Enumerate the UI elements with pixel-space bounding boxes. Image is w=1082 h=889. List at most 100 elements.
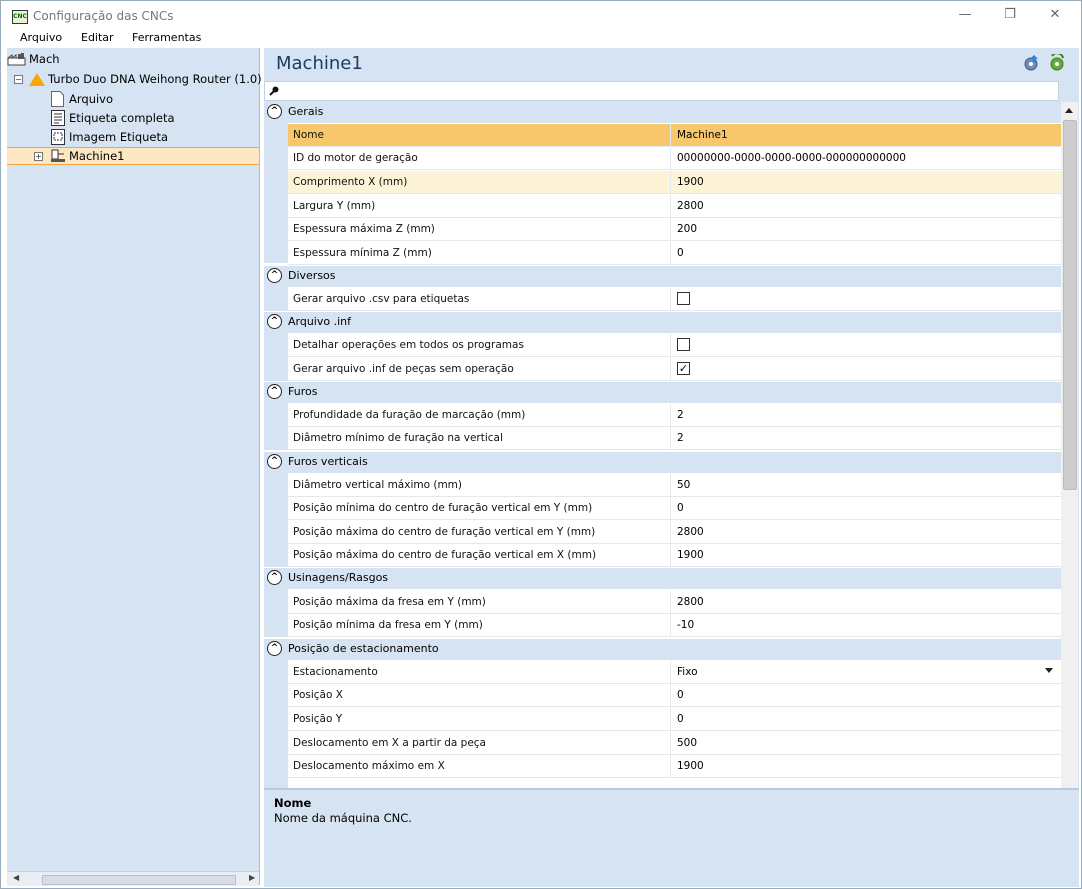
property-name: Deslocamento máximo em X [293, 760, 445, 772]
collapse-category-icon[interactable]: ^ [267, 570, 282, 585]
maximize-button[interactable]: ❐ [990, 5, 1030, 25]
category-usinagens-rasgos[interactable]: ^ Usinagens/Rasgos [264, 568, 1061, 589]
column-separator [670, 732, 671, 755]
property-row[interactable]: Profundidade da furação de marcação (mm)… [288, 404, 1061, 427]
column-separator [670, 334, 671, 357]
scroll-left-icon[interactable]: ◀ [13, 873, 19, 882]
collapse-category-icon[interactable]: ^ [267, 104, 282, 119]
column-separator [670, 404, 671, 427]
settings-refresh-icon[interactable] [1048, 54, 1066, 72]
property-row[interactable]: Gerar arquivo .inf de peças sem operação… [288, 358, 1061, 381]
scroll-thumb[interactable] [42, 875, 236, 885]
property-row[interactable]: Posição mínima do centro de furação vert… [288, 497, 1061, 520]
scroll-up-icon[interactable] [1065, 108, 1073, 113]
checkbox[interactable] [677, 338, 690, 351]
collapse-category-icon[interactable]: ^ [267, 384, 282, 399]
minimize-button[interactable]: — [945, 5, 985, 25]
property-value[interactable]: 0 [677, 689, 684, 701]
property-search[interactable] [264, 81, 1059, 101]
collapse-category-icon[interactable]: ^ [267, 454, 282, 469]
property-value[interactable]: 50 [677, 479, 690, 491]
collapse-icon[interactable]: − [14, 75, 23, 84]
property-value[interactable]: -10 [677, 619, 694, 631]
checkbox-checked[interactable]: ✓ [677, 362, 690, 375]
property-row[interactable]: Nome Machine1 [288, 124, 1061, 147]
property-value[interactable]: 200 [677, 223, 697, 235]
collapse-category-icon[interactable]: ^ [267, 268, 282, 283]
property-row[interactable]: Espessura mínima Z (mm) 0 [288, 242, 1061, 265]
settings-upload-icon[interactable] [1022, 54, 1040, 72]
row-gutter [264, 589, 288, 637]
property-value[interactable]: 500 [677, 737, 697, 749]
tree-item-label: Etiqueta completa [69, 111, 175, 125]
property-row[interactable]: Espessura máxima Z (mm) 200 [288, 218, 1061, 241]
property-value[interactable]: 0 [677, 502, 684, 514]
property-row[interactable]: Posição Y 0 [288, 708, 1061, 731]
property-value[interactable]: 0 [677, 713, 684, 725]
property-row[interactable]: Largura Y (mm) 2800 [288, 195, 1061, 218]
scroll-right-icon[interactable]: ▶ [249, 873, 255, 882]
property-vertical-scrollbar[interactable] [1061, 102, 1078, 834]
category-diversos[interactable]: ^ Diversos [264, 266, 1061, 287]
property-value[interactable]: 2800 [677, 200, 704, 212]
property-panel: Machine1 ^ Gerais Nome Machine1 ID do mo… [264, 48, 1079, 887]
property-row[interactable]: Deslocamento máximo em X 1900 [288, 755, 1061, 778]
property-row[interactable]: Posição máxima do centro de furação vert… [288, 544, 1061, 567]
row-gutter [264, 123, 288, 263]
property-row[interactable]: Posição máxima do centro de furação vert… [288, 521, 1061, 544]
menu-ferramentas[interactable]: Ferramentas [132, 31, 201, 44]
property-row[interactable]: Posição mínima da fresa em Y (mm) -10 [288, 614, 1061, 637]
property-value[interactable]: 1900 [677, 549, 704, 561]
property-value[interactable]: 2800 [677, 596, 704, 608]
app-icon: CNC [12, 10, 28, 24]
property-value[interactable]: 2 [677, 432, 684, 444]
property-row[interactable]: Gerar arquivo .csv para etiquetas [288, 288, 1061, 311]
property-row[interactable]: Diâmetro mínimo de furação na vertical 2 [288, 427, 1061, 450]
category-gerais[interactable]: ^ Gerais [264, 102, 1061, 123]
property-row[interactable]: Estacionamento Fixo [288, 661, 1061, 684]
column-separator [670, 147, 671, 170]
property-row[interactable]: Posição máxima da fresa em Y (mm) 2800 [288, 591, 1061, 614]
property-row[interactable]: Posição X 0 [288, 684, 1061, 707]
category-label: Diversos [288, 269, 336, 282]
menu-arquivo[interactable]: Arquivo [20, 31, 62, 44]
row-gutter [264, 287, 288, 311]
property-row[interactable]: Comprimento X (mm) 1900 [288, 171, 1061, 194]
tree-machine-type[interactable]: − Turbo Duo DNA Weihong Router (1.0) [7, 70, 262, 88]
property-row[interactable]: Detalhar operações em todos os programas [288, 334, 1061, 357]
category-arquivo-inf[interactable]: ^ Arquivo .inf [264, 312, 1061, 333]
category-furos-verticais[interactable]: ^ Furos verticais [264, 452, 1061, 473]
tree-horizontal-scrollbar[interactable]: ◀ ▶ [7, 871, 259, 886]
property-value[interactable]: 1900 [677, 176, 704, 188]
property-value[interactable]: 2 [677, 409, 684, 421]
property-row[interactable]: Diâmetro vertical máximo (mm) 50 [288, 474, 1061, 497]
tree-item-machine1[interactable]: + Machine1 [7, 147, 259, 165]
close-button[interactable]: ✕ [1035, 5, 1075, 25]
category-label: Furos [288, 385, 318, 398]
property-value[interactable]: 1900 [677, 760, 704, 772]
category-posicao-estacionamento[interactable]: ^ Posição de estacionamento [264, 639, 1061, 660]
image-label-icon [51, 129, 65, 145]
property-value-dropdown[interactable]: Fixo [677, 666, 698, 678]
expand-icon[interactable]: + [34, 152, 43, 161]
menu-editar[interactable]: Editar [81, 31, 114, 44]
scroll-thumb[interactable] [1063, 120, 1077, 490]
property-value[interactable]: Machine1 [677, 129, 728, 141]
property-row[interactable]: Deslocamento em X a partir da peça 500 [288, 732, 1061, 755]
property-value[interactable]: 2800 [677, 526, 704, 538]
column-separator [670, 358, 671, 381]
column-separator [670, 218, 671, 241]
property-value[interactable]: 00000000-0000-0000-0000-000000000000 [677, 152, 906, 164]
collapse-category-icon[interactable]: ^ [267, 641, 282, 656]
checkbox[interactable] [677, 292, 690, 305]
property-value[interactable]: 0 [677, 247, 684, 259]
category-furos[interactable]: ^ Furos [264, 382, 1061, 403]
file-icon [51, 91, 64, 107]
column-separator [670, 497, 671, 520]
property-name: Posição máxima da fresa em Y (mm) [293, 596, 486, 608]
column-separator [670, 684, 671, 707]
collapse-category-icon[interactable]: ^ [267, 314, 282, 329]
property-row[interactable]: ID do motor de geração 00000000-0000-000… [288, 147, 1061, 170]
dropdown-arrow-icon[interactable] [1045, 668, 1053, 673]
tree-item-label: Machine1 [69, 149, 125, 163]
